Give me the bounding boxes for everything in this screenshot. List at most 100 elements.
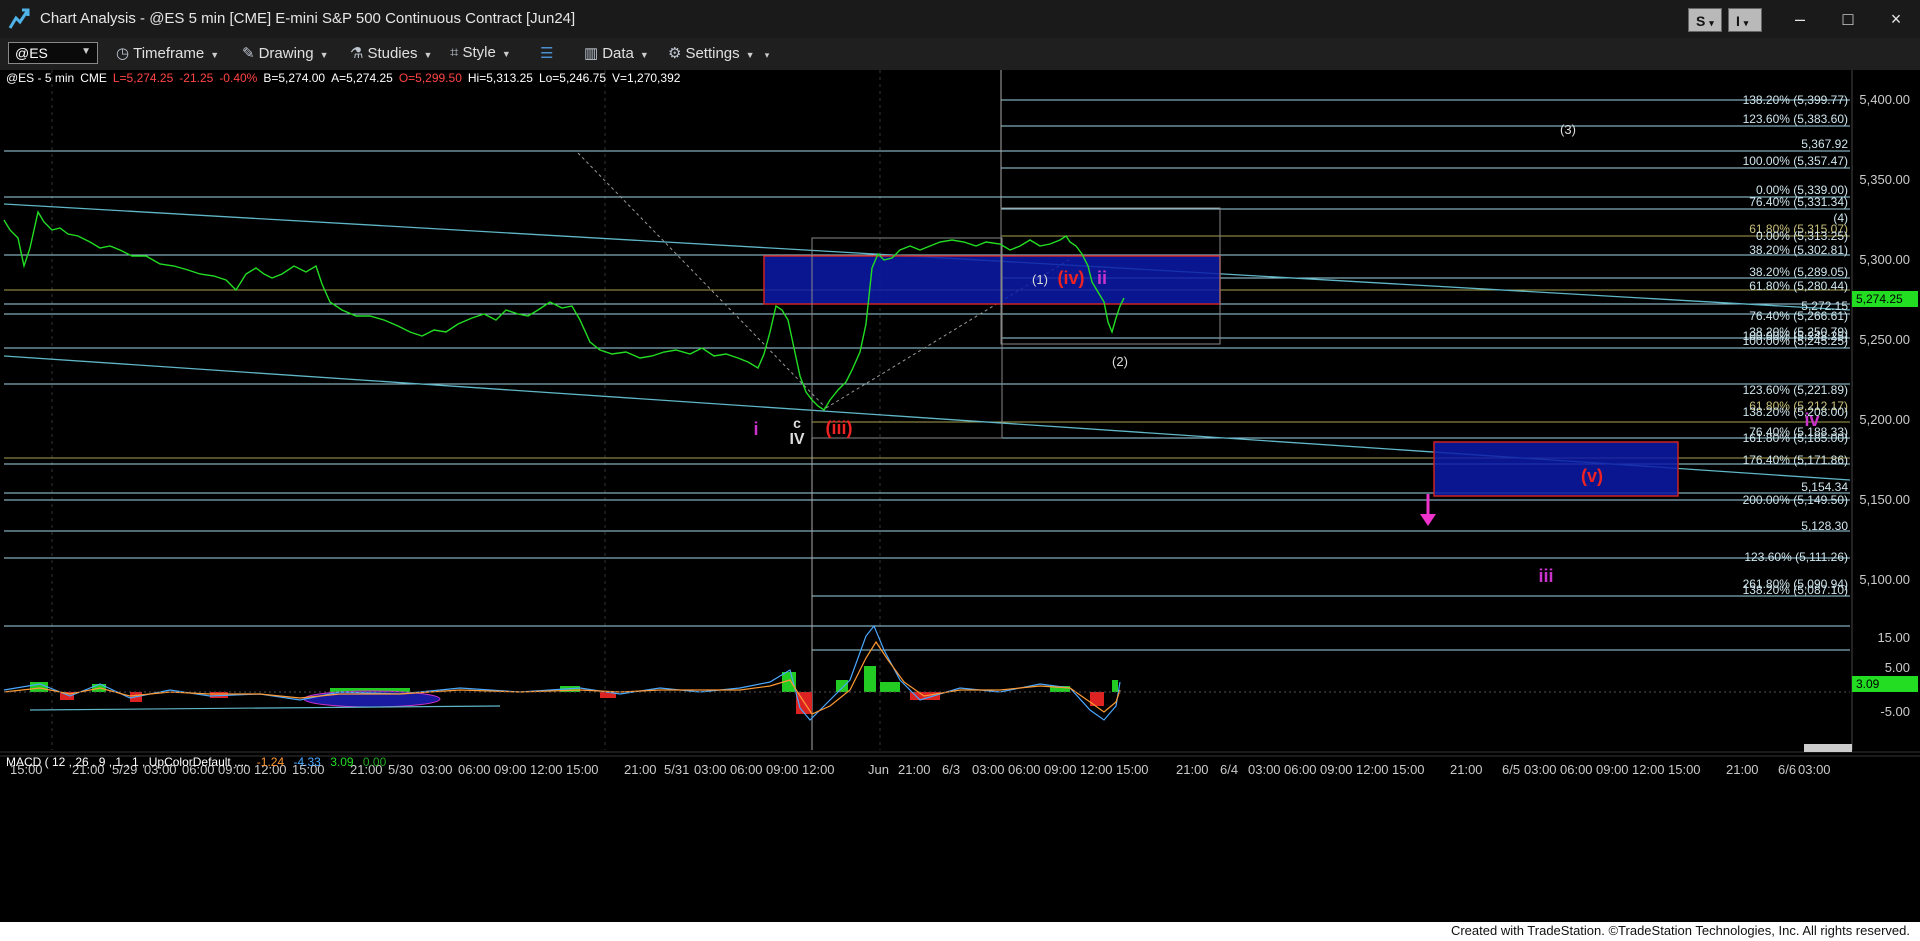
chevron-down-icon: ▾	[764, 50, 770, 60]
chevron-down-icon: ▼	[423, 50, 433, 60]
time-axis-tick: 06:00	[458, 762, 491, 777]
fib-label: 76.40% (5,331.34)	[1749, 195, 1848, 209]
macd-value-4: 0.00	[362, 755, 387, 769]
i-button[interactable]: I ▾	[1728, 8, 1762, 32]
bar-chart-icon: ▥	[584, 45, 599, 62]
gear-icon: ⚙	[668, 45, 682, 62]
time-axis-tick: 6/5	[1502, 762, 1520, 777]
time-axis-tick: 12:00	[1632, 762, 1665, 777]
symbol-input[interactable]: @ES ▼	[8, 42, 98, 64]
wave-label-iv-magenta: iv	[1804, 410, 1819, 430]
chevron-down-icon: ▼	[210, 50, 220, 60]
wave-label-i-magenta: i	[753, 419, 758, 439]
fib-label: 76.40% (5,266.61)	[1749, 309, 1848, 323]
price-axis-tick: 5,100.00	[1859, 572, 1910, 587]
fib-label: 138.20% (5,399.77)	[1743, 93, 1848, 107]
price-axis: 5,400.00 5,350.00 5,300.00 5,250.00 5,200.00…	[1859, 92, 1910, 587]
time-axis-tick: 12:00	[802, 762, 835, 777]
time-axis-tick: 03:00	[972, 762, 1005, 777]
macd-value-1: -1.24	[256, 755, 285, 769]
fib-label: 5,154.34	[1801, 480, 1848, 494]
chevron-down-icon: ▼	[319, 50, 329, 60]
fib-anchor-lines	[811, 70, 1002, 750]
macd-value-3: 3.09	[330, 755, 354, 769]
copyright-text: Created with TradeStation. ©TradeStation…	[1446, 922, 1914, 939]
time-axis-tick: 12:00	[530, 762, 563, 777]
wave-label-iii-red: (iii)	[826, 418, 853, 438]
chart-area[interactable]: 138.20% (5,399.77) 123.60% (5,383.60) 5,36…	[0, 70, 1920, 941]
macd-axis-tick: 5.00	[1885, 660, 1910, 675]
macd-value-2: -4.33	[293, 755, 321, 769]
time-axis-tick: 21:00	[1176, 762, 1209, 777]
time-axis-tick: 03:00	[1248, 762, 1281, 777]
macd-axis: 15.00 5.00 -5.00	[1877, 630, 1910, 719]
price-axis-tick: 5,250.00	[1859, 332, 1910, 347]
price-axis-tick: 5,150.00	[1859, 492, 1910, 507]
flask-icon: ⚗	[350, 45, 364, 62]
window-title: Chart Analysis - @ES 5 min [CME] E-mini …	[40, 10, 576, 27]
time-axis-tick: 12:00	[1356, 762, 1389, 777]
fib-label: 123.60% (5,383.60)	[1743, 112, 1848, 126]
fib-label: 138.20% (5,087.10)	[1743, 583, 1848, 597]
timeframe-menu[interactable]: ◷ Timeframe ▼	[116, 44, 219, 64]
chevron-down-icon: ▼	[745, 50, 755, 60]
wave-label-3: (3)	[1560, 122, 1576, 137]
tradestation-logo-icon	[8, 8, 30, 29]
time-axis-tick: 06:00	[1560, 762, 1593, 777]
chevron-down-icon: ▼	[81, 46, 91, 57]
layout-icon: ☰	[540, 45, 554, 62]
chevron-down-icon: ▼	[639, 50, 649, 60]
fibonacci-labels: 138.20% (5,399.77) 123.60% (5,383.60) 5,36…	[1743, 93, 1849, 597]
fib-label: 5,367.92	[1801, 137, 1848, 151]
price-line	[3, 210, 1125, 411]
maximize-button[interactable]: □	[1828, 6, 1868, 32]
symbol-status-strip: @ES - 5 min CME L=5,274.25 -21.25 -0.40% B=5,…	[6, 71, 681, 85]
studies-menu[interactable]: ⚗ Studies ▼	[350, 44, 432, 64]
fib-label: 123.60% (5,111.26)	[1744, 550, 1848, 564]
time-axis-tick: 06:00	[730, 762, 763, 777]
channel-trendlines	[3, 203, 1851, 481]
toolbar: @ES ▼ ◷ Timeframe ▼ ✎ Drawing ▼ ⚗ Studies ▼ ⌗ S…	[0, 38, 1920, 70]
wave-label-ii-magenta: ii	[1097, 268, 1107, 288]
time-axis-tick: Jun	[868, 762, 889, 777]
time-axis-tick: 6/3	[942, 762, 960, 777]
time-axis-tick: 09:00	[494, 762, 527, 777]
time-axis-tick: 09:00	[1596, 762, 1629, 777]
price-axis-tick: 5,350.00	[1859, 172, 1910, 187]
fib-label: 200.00% (5,149.50)	[1743, 493, 1848, 507]
time-axis-tick: 06:00	[1008, 762, 1041, 777]
macd-label: MACD ( 12 , 26 , 9 , 1 , 1 , UpColorDefa…	[6, 755, 386, 769]
price-axis-tick: 5,300.00	[1859, 252, 1910, 267]
time-axis-tick: 21:00	[1726, 762, 1759, 777]
drawing-menu[interactable]: ✎ Drawing ▼	[242, 44, 329, 64]
resistance-box[interactable]	[763, 255, 1221, 305]
minimize-button[interactable]: –	[1780, 6, 1820, 32]
time-axis-tick: 09:00	[1320, 762, 1353, 777]
macd-name: MACD ( 12 , 26 , 9 , 1 , 1 , UpColorDefa…	[6, 755, 248, 769]
time-axis-tick: 03:00	[694, 762, 727, 777]
chart-canvas[interactable]: 138.20% (5,399.77) 123.60% (5,383.60) 5,36…	[0, 70, 1920, 941]
s-button[interactable]: S ▾	[1688, 8, 1722, 32]
arrow-down-icon	[1420, 494, 1436, 526]
wave-label-iii-magenta: iii	[1538, 566, 1553, 586]
style-icon: ⌗	[450, 44, 459, 61]
time-axis-tick: 15:00	[566, 762, 599, 777]
symbol-value: @ES	[15, 45, 48, 61]
layout-button[interactable]: ☰	[540, 44, 557, 64]
style-menu[interactable]: ⌗ Style ▼	[450, 44, 511, 64]
time-axis-tick: 6/4	[1220, 762, 1238, 777]
close-button[interactable]: ×	[1876, 6, 1916, 32]
data-menu[interactable]: ▥ Data ▼	[584, 44, 649, 64]
fib-label: 0.00% (5,313.25)	[1756, 229, 1848, 243]
target-box[interactable]	[1433, 441, 1679, 497]
fib-label: 176.40% (5,171.86)	[1743, 453, 1848, 467]
wave-label-c: c	[793, 415, 801, 431]
wave-labels: (3) (1) (iv) ii (2) i c IV (iii) iv (v) …	[753, 122, 1819, 586]
fib-label: 138.20% (5,208.00)	[1743, 405, 1848, 419]
fib-label: 61.80% (5,280.44)	[1749, 279, 1848, 293]
horizontal-scrollbar[interactable]	[1804, 744, 1852, 752]
settings-menu[interactable]: ⚙ Settings ▼ ▾	[668, 44, 769, 64]
chevron-down-icon: ▼	[501, 49, 511, 59]
time-axis-tick: 09:00	[766, 762, 799, 777]
fib-label: 100.00% (5,245.25)	[1743, 334, 1848, 348]
